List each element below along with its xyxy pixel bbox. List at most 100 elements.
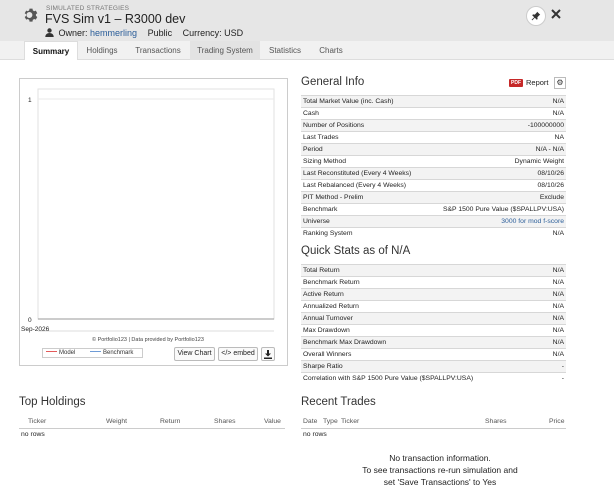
quick-stats-table: Total Return N/A Benchmark Return N/A Active… [301,264,566,384]
pdf-icon: PDF [509,79,523,87]
row-label: Ranking System [303,230,353,237]
row-value: N/A - N/A [535,146,564,153]
legend-label-model: Model [59,350,76,356]
tab-statistics[interactable]: Statistics [262,41,308,60]
view-chart-button[interactable]: View Chart [174,347,215,361]
performance-chart: 1 0 Sep-2026 [21,88,275,333]
trades-header-divider [301,428,566,429]
tab-summary[interactable]: Summary [24,41,78,60]
row-value: N/A [552,327,564,334]
legend-benchmark[interactable]: Benchmark [90,350,133,356]
holdings-col-weight[interactable]: Weight [106,418,127,427]
row-label: PIT Method - Prelim [303,194,364,201]
row-label: Number of Positions [303,122,365,129]
tab-holdings[interactable]: Holdings [80,41,124,60]
plot-area [37,88,275,320]
chart-legend: Model Benchmark [42,348,143,358]
trades-col-price[interactable]: Price [549,418,565,427]
row-value: -100000000 [527,122,564,129]
owner-link[interactable]: hemmerling [90,28,137,38]
pin-button[interactable] [526,6,546,26]
legend-line-benchmark [90,351,101,352]
table-row: Period N/A - N/A [301,143,566,155]
tab-transactions[interactable]: Transactions [128,41,188,60]
top-holdings-title: Top Holdings [19,396,86,408]
row-label: Correlation with S&P 1500 Pure Value ($S… [303,375,474,382]
row-value: N/A [552,303,564,310]
table-row: Last Trades NA [301,131,566,143]
table-row: Active Return N/A [301,288,566,300]
row-value: N/A [552,351,564,358]
tab-charts[interactable]: Charts [312,41,350,60]
download-button[interactable] [261,347,275,361]
row-label: Overall Winners [303,351,352,358]
row-value: 08/10/26 [537,182,564,189]
table-row: Last Rebalanced (Every 4 Weeks) 08/10/26 [301,179,566,191]
row-value: N/A [552,230,564,237]
table-row: Benchmark S&P 1500 Pure Value ($SPALLPV:U… [301,203,566,215]
close-button[interactable] [549,7,563,23]
row-value: 08/10/26 [537,170,564,177]
page-title: FVS Sim v1 – R3000 dev [45,12,186,26]
table-row: Max Drawdown N/A [301,324,566,336]
row-label: Sizing Method [303,158,347,165]
report-settings-button[interactable]: ⚙ [554,77,566,89]
table-row: Last Reconstituted (Every 4 Weeks) 08/10/… [301,167,566,179]
x-tick-label: Sep-2026 [21,326,50,333]
table-row: Cash N/A [301,107,566,119]
visibility-label: Public [147,28,173,38]
tab-trading-system[interactable]: Trading System [190,41,260,60]
row-value: - [561,363,564,370]
gear-icon[interactable] [23,7,39,23]
row-label: Active Return [303,291,344,298]
currency-label: Currency: USD [182,28,244,38]
app-header: SIMULATED STRATEGIES FVS Sim v1 – R3000 … [0,0,614,41]
row-value: - [561,375,564,382]
table-row: PIT Method - Prelim Exclude [301,191,566,203]
chart-credit: © Portfolio123 | Data provided by Portfo… [92,337,204,343]
table-row: Correlation with S&P 1500 Pure Value ($S… [301,372,566,384]
row-value: N/A [552,339,564,346]
trades-col-shares[interactable]: Shares [485,418,507,427]
row-value: N/A [552,315,564,322]
holdings-col-shares[interactable]: Shares [214,418,236,427]
gear-icon: ⚙ [556,78,564,87]
quick-stats-title: Quick Stats as of N/A [301,245,411,257]
y-tick-top: 1 [28,97,32,104]
tab-bar: Summary Holdings Transactions Trading Sy… [0,41,614,60]
chart-panel: 1 0 Sep-2026 © Portfolio123 | Data provi… [19,78,288,366]
table-row: Total Market Value (inc. Cash) N/A [301,95,566,107]
row-value: S&P 1500 Pure Value ($SPALLPV:USA) [442,206,564,213]
row-label: Last Rebalanced (Every 4 Weeks) [303,182,407,189]
row-value: N/A [552,110,564,117]
row-value: NA [554,134,564,141]
embed-button[interactable]: </> embed [218,347,258,361]
table-row: Benchmark Return N/A [301,276,566,288]
row-label: Universe [303,218,330,225]
holdings-col-ticker[interactable]: Ticker [28,418,46,427]
user-icon [45,28,54,37]
no-transactions-line-3: set 'Save Transactions' to Yes [383,477,497,487]
table-row: Total Return N/A [301,264,566,276]
trades-col-type[interactable]: Type [323,418,338,427]
trades-col-ticker[interactable]: Ticker [341,418,359,427]
row-value: N/A [552,267,564,274]
row-label: Annualized Return [303,303,359,310]
row-label: Cash [303,110,319,117]
row-label: Benchmark Return [303,279,360,286]
legend-model[interactable]: Model [46,350,75,356]
row-value: Dynamic Weight [514,158,564,165]
row-label: Last Trades [303,134,339,141]
holdings-col-value[interactable]: Value [264,418,281,427]
no-transactions-line-2: To see transactions re-run simulation an… [362,465,518,475]
table-row: Sharpe Ratio - [301,360,566,372]
table-row: Annualized Return N/A [301,300,566,312]
holdings-header-divider [19,428,285,429]
holdings-col-return[interactable]: Return [160,418,180,427]
row-value: N/A [552,291,564,298]
trades-empty: no rows [303,431,327,438]
trades-col-date[interactable]: Date [303,418,317,427]
owner-label: Owner: [58,28,88,38]
row-value[interactable]: 3000 for mod f-score [501,216,564,227]
pdf-report-button[interactable]: PDF Report [509,77,549,89]
